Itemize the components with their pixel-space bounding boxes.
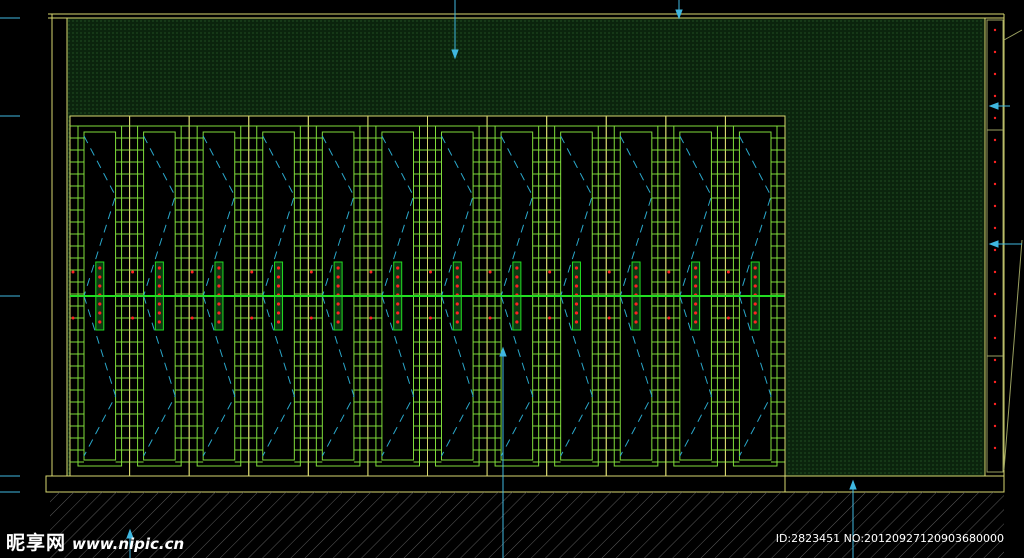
watermark-id: ID:2823451 NO:20120927120903680000 xyxy=(775,532,1004,545)
ground-hatch xyxy=(50,492,1004,558)
baseboard xyxy=(45,475,1005,493)
right-strip-red-marks xyxy=(993,28,997,450)
watermark-brand: 昵享网 www.nipic.cn xyxy=(6,528,184,555)
watermark-brand-text: 昵享网 xyxy=(6,532,67,554)
watermark-url: www.nipic.cn xyxy=(72,535,185,553)
cad-elevation-drawing xyxy=(0,0,1023,558)
